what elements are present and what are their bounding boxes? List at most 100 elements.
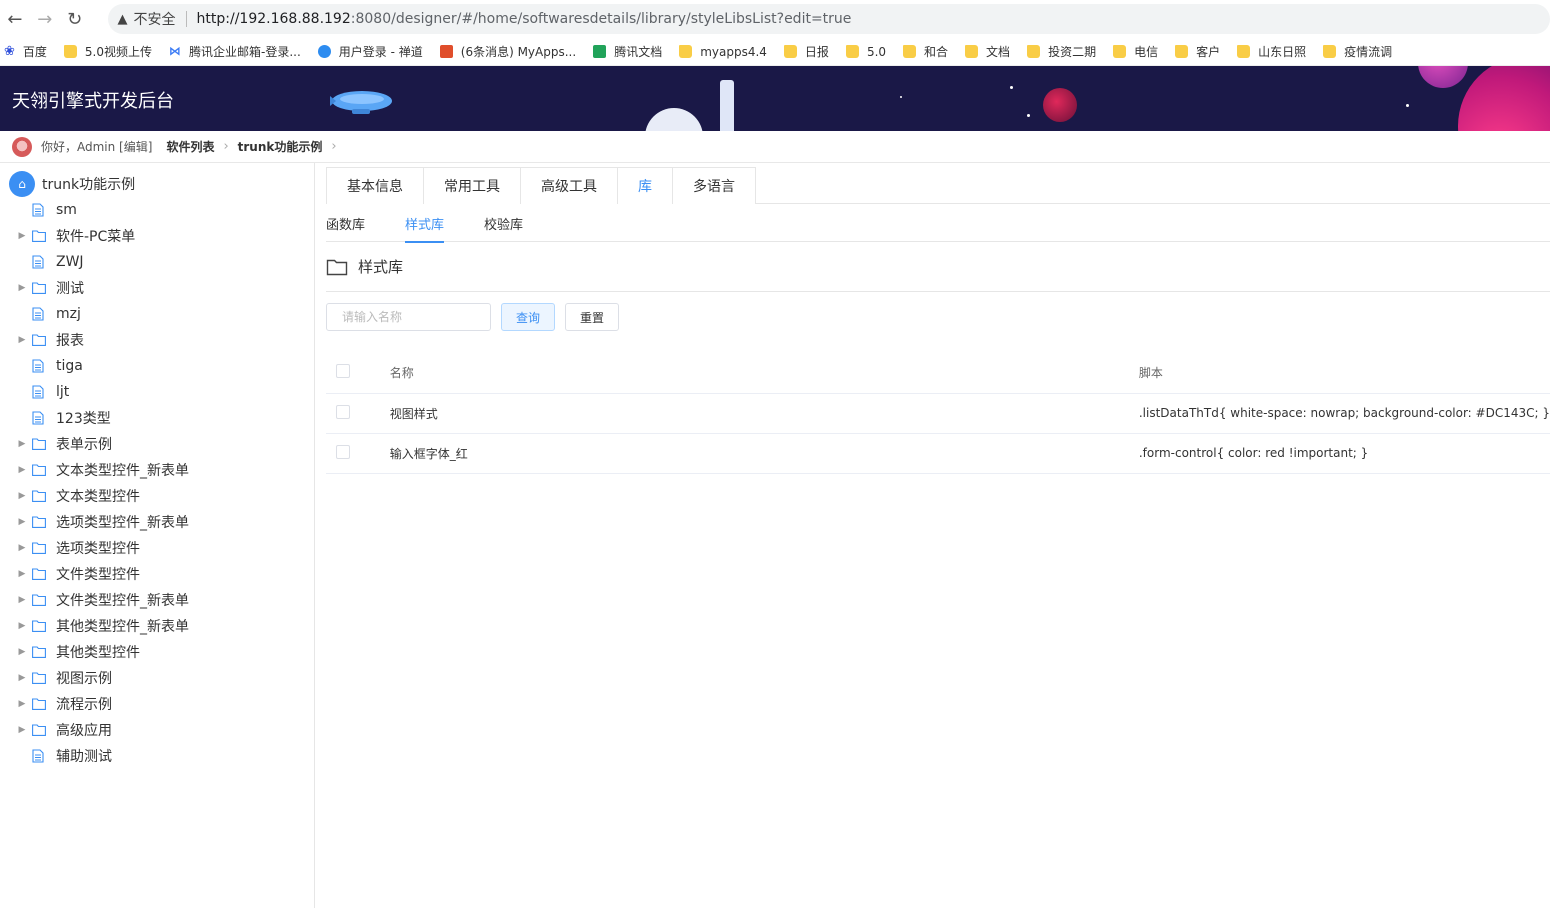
tree-node[interactable]: ljt: [0, 379, 314, 405]
bookmark-item[interactable]: 山东日照: [1237, 43, 1306, 60]
file-icon: [32, 411, 54, 425]
folder-icon: [845, 45, 859, 58]
expand-arrow-icon[interactable]: ▶: [15, 699, 29, 709]
folder-icon: [326, 258, 348, 276]
folder-icon: [1113, 45, 1127, 58]
tree-node[interactable]: ▶ 流程示例: [0, 691, 314, 717]
tree-node-label: 选项类型控件_新表单: [56, 515, 189, 531]
table-row[interactable]: 输入框字体_红 .form-control{ color: red !import…: [326, 433, 1550, 474]
folder-icon: [1237, 45, 1251, 58]
tree-node[interactable]: 123类型: [0, 405, 314, 431]
expand-arrow-icon[interactable]: ▶: [15, 335, 29, 345]
expand-arrow-icon[interactable]: ▶: [15, 595, 29, 605]
bookmark-item[interactable]: 电信: [1113, 43, 1158, 60]
bookmark-item[interactable]: 日报: [783, 43, 829, 60]
tree-node[interactable]: 辅助测试: [0, 743, 314, 769]
expand-arrow-icon[interactable]: ▶: [15, 517, 29, 527]
tree-node[interactable]: ▶ 视图示例: [0, 665, 314, 691]
tree-node-label: 辅助测试: [56, 749, 112, 765]
expand-arrow-icon[interactable]: ▶: [15, 673, 29, 683]
tree-node[interactable]: mzj: [0, 301, 314, 327]
subtab-0[interactable]: 函数库: [326, 204, 365, 242]
bookmark-item[interactable]: (6条消息) MyApps...: [439, 43, 576, 60]
tree-root[interactable]: ⌂ trunk功能示例: [0, 171, 314, 197]
bookmark-item[interactable]: 投资二期: [1027, 43, 1096, 60]
row-checkbox[interactable]: [336, 404, 350, 419]
subtab-1[interactable]: 样式库: [405, 204, 445, 243]
tree-node[interactable]: ▶ 测试: [0, 275, 314, 301]
search-input[interactable]: [326, 303, 491, 331]
bookmark-item[interactable]: 腾讯文档: [593, 43, 662, 60]
reset-button[interactable]: 重置: [565, 303, 620, 331]
expand-arrow-icon[interactable]: ▶: [15, 491, 29, 501]
bookmark-item[interactable]: 5.0视频上传: [63, 43, 153, 60]
expand-arrow-icon[interactable]: ▶: [15, 283, 29, 293]
bookmark-label: 5.0视频上传: [84, 45, 153, 59]
breadcrumb-item-software-list[interactable]: 软件列表: [166, 138, 214, 155]
tab-2[interactable]: 高级工具: [520, 167, 618, 204]
bookmark-item[interactable]: 和合: [903, 43, 948, 60]
tree-node[interactable]: ▶ 其他类型控件: [0, 639, 314, 665]
address-bar[interactable]: ▲ 不安全 http://192.168.88.192:8080/designe…: [107, 4, 1550, 34]
expand-arrow-icon[interactable]: ▶: [15, 621, 29, 631]
tree-node[interactable]: ▶ 文本类型控件_新表单: [0, 457, 314, 483]
column-header-name[interactable]: 名称: [389, 353, 1139, 394]
back-icon[interactable]: ←: [0, 4, 30, 34]
tab-3[interactable]: 库: [617, 167, 673, 204]
bookmark-item[interactable]: 5.0: [845, 45, 886, 59]
bookmark-item[interactable]: 用户登录 - 禅道: [317, 43, 423, 60]
forward-icon[interactable]: →: [30, 4, 60, 34]
tree-node[interactable]: tiga: [0, 353, 314, 379]
tab-4[interactable]: 多语言: [672, 167, 756, 204]
select-all-checkbox[interactable]: [336, 364, 350, 379]
expand-arrow-icon[interactable]: ▶: [15, 543, 29, 553]
bookmark-item[interactable]: myapps4.4: [679, 45, 767, 59]
tree-node[interactable]: ▶ 表单示例: [0, 431, 314, 457]
bookmark-item[interactable]: ❀ 百度: [4, 43, 47, 60]
star-decoration: [1406, 104, 1409, 107]
avatar[interactable]: [12, 136, 32, 157]
bookmark-label: 客户: [1196, 45, 1221, 59]
expand-arrow-icon[interactable]: ▶: [15, 647, 29, 657]
tree-node[interactable]: ▶ 报表: [0, 327, 314, 353]
breadcrumb-item-current[interactable]: trunk功能示例: [238, 138, 323, 155]
tree-node[interactable]: sm: [0, 197, 314, 223]
cell-name[interactable]: 视图样式: [389, 393, 1139, 434]
folder-icon: [32, 282, 54, 294]
row-checkbox[interactable]: [336, 444, 350, 459]
expand-arrow-icon[interactable]: ▶: [15, 725, 29, 735]
folder-icon: [32, 672, 54, 684]
tree-node[interactable]: ▶ 文本类型控件: [0, 483, 314, 509]
column-header-script[interactable]: 脚本: [1138, 353, 1550, 394]
bookmark-label: 用户登录 - 禅道: [338, 45, 423, 59]
bookmark-item[interactable]: 客户: [1175, 43, 1220, 60]
tree-node[interactable]: ▶ 选项类型控件_新表单: [0, 509, 314, 535]
expand-arrow-icon[interactable]: ▶: [15, 569, 29, 579]
folder-icon: [783, 45, 797, 58]
bookmark-item[interactable]: 文档: [965, 43, 1010, 60]
tab-0[interactable]: 基本信息: [326, 167, 424, 204]
bookmark-item[interactable]: ⋈ 腾讯企业邮箱-登录...: [169, 43, 301, 60]
query-button[interactable]: 查询: [501, 303, 556, 331]
expand-arrow-icon[interactable]: ▶: [15, 439, 29, 449]
cell-name[interactable]: 输入框字体_红: [389, 433, 1139, 474]
tab-1[interactable]: 常用工具: [423, 167, 521, 204]
subtab-2[interactable]: 校验库: [484, 204, 523, 242]
tree-node[interactable]: ZWJ: [0, 249, 314, 275]
tree-node[interactable]: ▶ 文件类型控件: [0, 561, 314, 587]
tree-node[interactable]: ▶ 文件类型控件_新表单: [0, 587, 314, 613]
bookmark-item[interactable]: 疫情流调: [1323, 43, 1392, 60]
star-decoration: [900, 96, 902, 98]
tree-node[interactable]: ▶ 高级应用: [0, 717, 314, 743]
reload-icon[interactable]: ↻: [60, 4, 90, 34]
tree-node[interactable]: ▶ 选项类型控件: [0, 535, 314, 561]
expand-arrow-icon[interactable]: ▶: [15, 231, 29, 241]
file-icon: [32, 203, 54, 217]
expand-arrow-icon[interactable]: ▶: [15, 465, 29, 475]
user-greeting[interactable]: 你好，Admin [编辑]: [41, 138, 152, 155]
bookmark-label: 百度: [22, 45, 47, 59]
tree-node[interactable]: ▶ 软件-PC菜单: [0, 223, 314, 249]
tree-node-label: 报表: [56, 333, 84, 349]
tree-node[interactable]: ▶ 其他类型控件_新表单: [0, 613, 314, 639]
table-row[interactable]: 视图样式 .listDataThTd{ white-space: nowrap; …: [326, 393, 1550, 434]
